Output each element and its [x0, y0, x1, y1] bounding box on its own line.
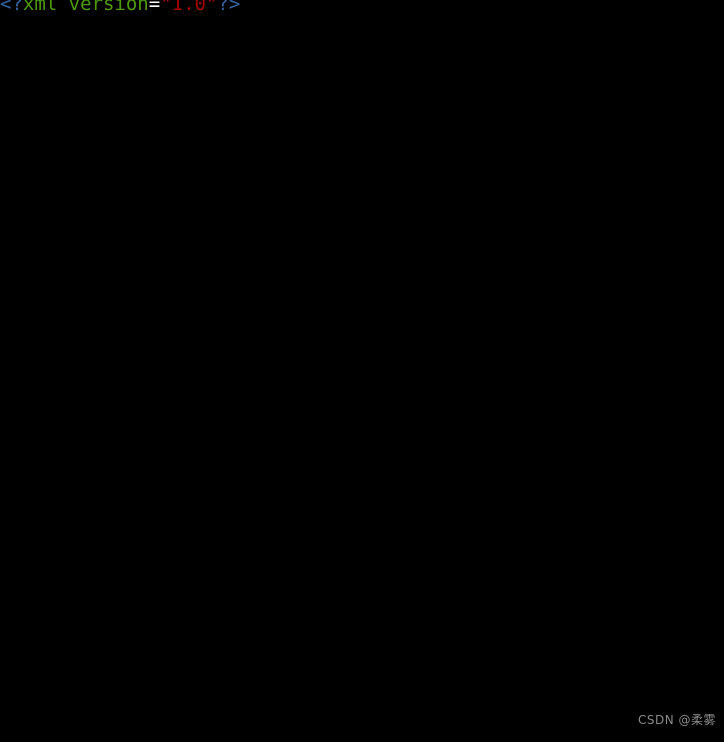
buffer-line[interactable]: <?xml version="1.0"?><?xml-stylesheet ty… [0, 0, 724, 16]
buffer-line[interactable]: <?xml version="1.0"?><?xml-stylesheet ty… [0, 0, 724, 16]
buffer-line[interactable]: <?xml version="1.0"?><?xml-stylesheet ty… [0, 0, 724, 16]
buffer-line[interactable]: <?xml version="1.0"?><?xml-stylesheet ty… [0, 0, 724, 16]
vim-status-line: :wq [0, 714, 724, 742]
buffer-line[interactable]: <?xml version="1.0"?><?xml-stylesheet ty… [0, 0, 724, 16]
buffer-line[interactable]: <?xml version="1.0"?><?xml-stylesheet ty… [0, 0, 724, 16]
csdn-watermark: CSDN @柔雾 [637, 713, 716, 727]
token-delim: <? [0, 0, 23, 15]
buffer-line[interactable]: <?xml version="1.0"?><?xml-stylesheet ty… [0, 0, 724, 16]
buffer-line[interactable]: <?xml version="1.0"?><?xml-stylesheet ty… [0, 0, 724, 16]
buffer-line[interactable]: <?xml version="1.0"?><?xml-stylesheet ty… [0, 0, 724, 16]
buffer-line[interactable]: <?xml version="1.0"?><?xml-stylesheet ty… [0, 0, 724, 16]
buffer-line[interactable]: <?xml version="1.0"?><?xml-stylesheet ty… [0, 0, 724, 16]
buffer-line[interactable]: <?xml version="1.0"?><?xml-stylesheet ty… [0, 0, 724, 16]
buffer-line[interactable]: <?xml version="1.0"?><?xml-stylesheet ty… [0, 0, 724, 16]
buffer-line[interactable]: <?xml version="1.0"?><?xml-stylesheet ty… [0, 0, 724, 16]
buffer-line[interactable]: <?xml version="1.0"?><?xml-stylesheet ty… [0, 0, 724, 16]
buffer-line[interactable]: <?xml version="1.0"?> [0, 0, 724, 16]
token-delim: ?> [217, 0, 241, 15]
buffer-line[interactable]: <?xml version="1.0"?><?xml-stylesheet ty… [0, 0, 724, 16]
buffer-line[interactable]: <?xml version="1.0"?><?xml-stylesheet ty… [0, 0, 724, 16]
terminal-window[interactable]: <?xml version="1.0"?><?xml-stylesheet ty… [0, 0, 724, 742]
buffer-line[interactable]: <?xml version="1.0"?><?xml-stylesheet ty… [0, 0, 724, 16]
buffer-line[interactable]: <?xml version="1.0"?><?xml-stylesheet ty… [0, 0, 724, 16]
token-attr: version [68, 0, 149, 15]
buffer-line[interactable]: <?xml version="1.0"?><?xml-stylesheet ty… [0, 0, 724, 16]
token-eq: = [148, 0, 161, 15]
buffer-line[interactable]: <?xml version="1.0"?><?xml-stylesheet ty… [0, 0, 724, 16]
buffer-line[interactable]: <?xml version="1.0"?><?xml-stylesheet ty… [0, 0, 724, 16]
buffer-line[interactable]: <?xml version="1.0"?><?xml-stylesheet ty… [0, 0, 724, 16]
buffer-line[interactable]: <?xml version="1.0"?><?xml-stylesheet ty… [0, 0, 724, 16]
buffer-line[interactable]: <?xml version="1.0"?><?xml-stylesheet ty… [0, 0, 724, 16]
token-string: "1.0" [160, 0, 218, 15]
buffer-line[interactable]: <?xml version="1.0"?><?xml-stylesheet ty… [0, 0, 724, 16]
token-pi: xml [22, 0, 69, 15]
buffer-line[interactable]: <?xml version="1.0"?><?xml-stylesheet ty… [0, 0, 724, 16]
vim-text-buffer[interactable]: <?xml version="1.0"?><?xml-stylesheet ty… [0, 0, 724, 16]
buffer-line[interactable]: <?xml version="1.0"?><?xml-stylesheet ty… [0, 0, 724, 16]
buffer-line[interactable]: <?xml version="1.0"?><?xml-stylesheet ty… [0, 0, 724, 16]
